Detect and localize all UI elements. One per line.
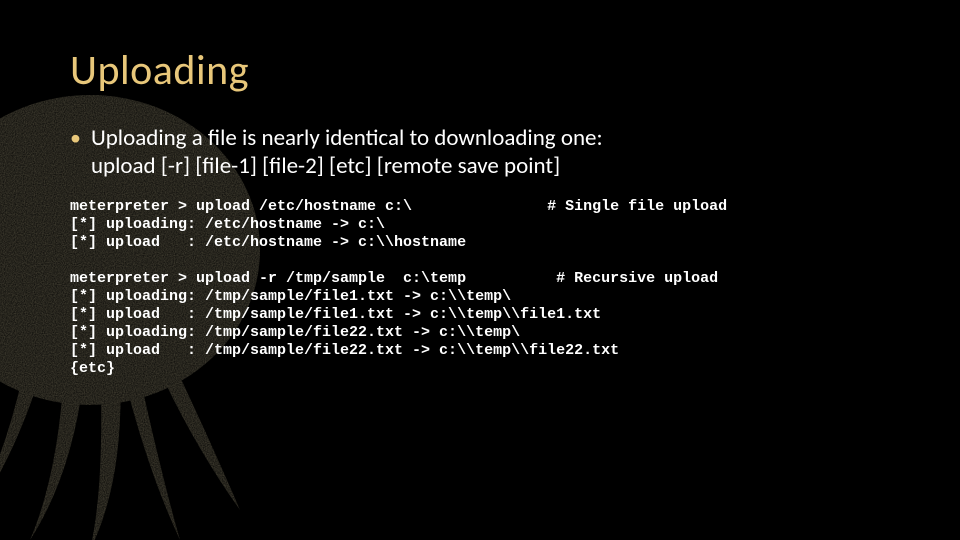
- content-area: Uploading • Uploading a file is nearly i…: [70, 45, 930, 396]
- bullet-marker-icon: •: [70, 124, 81, 152]
- bullet-line-2: upload [-r] [file-1] [file-2] [etc] [rem…: [91, 152, 560, 180]
- slide-title: Uploading: [70, 45, 930, 96]
- code-block-recursive-upload: meterpreter > upload -r /tmp/sample c:\t…: [70, 270, 930, 378]
- code-block-single-upload: meterpreter > upload /etc/hostname c:\ #…: [70, 198, 930, 252]
- slide: Uploading • Uploading a file is nearly i…: [0, 0, 960, 540]
- bullet-line-1: Uploading a file is nearly identical to …: [91, 124, 603, 152]
- bullet-item: • Uploading a file is nearly identical t…: [70, 124, 930, 180]
- bullet-text: Uploading a file is nearly identical to …: [91, 124, 603, 180]
